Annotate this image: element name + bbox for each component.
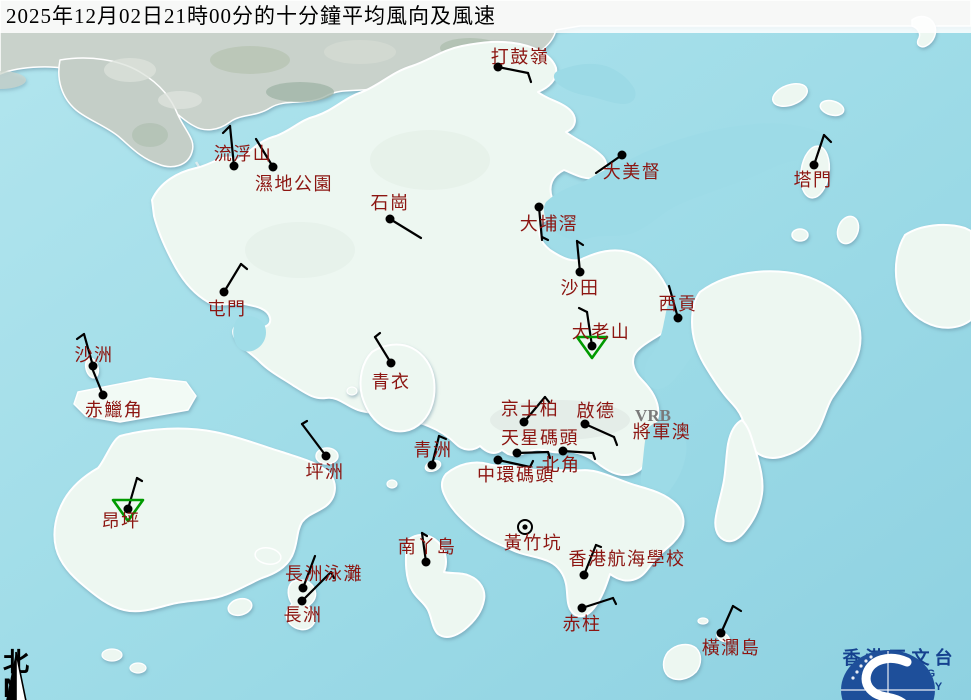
station-label: 大老山	[572, 322, 631, 342]
station-label: 大埔滘	[520, 214, 579, 234]
station-label: 赤鱲角	[85, 400, 144, 420]
station-dot	[299, 584, 308, 593]
station-dot	[674, 314, 683, 323]
hko-emblem-icon	[833, 648, 943, 700]
station-dot	[618, 151, 627, 160]
station-dot	[578, 604, 587, 613]
station-label: 塔門	[794, 170, 833, 190]
station-label: 石崗	[371, 193, 410, 213]
station-label: 沙洲	[75, 345, 114, 365]
station-label: 坪洲	[306, 462, 345, 482]
station-dot	[580, 571, 589, 580]
station-label: 將軍澳	[633, 422, 692, 442]
station-dot	[220, 288, 229, 297]
map-title: 2025年12月02日21時00分的十分鐘平均風向及風速	[0, 0, 971, 33]
station-label: 天星碼頭	[501, 428, 579, 448]
station-dot	[588, 342, 597, 351]
station-label: 中環碼頭	[477, 465, 555, 485]
station-label: 橫瀾島	[702, 638, 761, 658]
station-dot	[99, 391, 108, 400]
station-dot	[494, 456, 503, 465]
station-label: 打鼓嶺	[491, 47, 550, 67]
calm-wind-icon-center	[522, 524, 527, 529]
station-dot	[535, 203, 544, 212]
station-dot	[513, 449, 522, 458]
north-compass: 北 N	[2, 650, 42, 700]
station-label: 香港航海學校	[569, 549, 686, 569]
hko-wind-map-screen: VRB 打鼓嶺流浮山濕地公園石崗屯門大美督大埔滘塔門沙田西貢大老山沙洲赤鱲角青衣…	[0, 0, 971, 700]
station-label: 大美督	[603, 162, 662, 182]
station-label: 長洲泳灘	[285, 564, 363, 584]
station-label: 赤柱	[563, 614, 602, 634]
station-label: 黃竹坑	[504, 533, 563, 553]
station-dot	[322, 452, 331, 461]
hko-logo: 香港天文台 HONG KONG OBSERVATORY	[833, 648, 967, 694]
wind-barb-shaft	[517, 452, 548, 453]
station-dot	[422, 558, 431, 567]
station-label: 啟德	[577, 401, 616, 421]
station-label: 屯門	[208, 299, 247, 319]
station-label: 沙田	[561, 278, 600, 298]
station-dot	[387, 359, 396, 368]
station-label: 流浮山	[214, 144, 273, 164]
station-dot	[717, 629, 726, 638]
station-label: 青洲	[414, 440, 453, 460]
station-label: 南丫島	[398, 537, 457, 557]
north-arrow-icon	[2, 650, 34, 700]
station-label: 昂坪	[102, 511, 141, 531]
station-dot	[810, 161, 819, 170]
station-label: 濕地公園	[255, 174, 333, 194]
station-label: 長洲	[284, 605, 323, 625]
station-dot	[576, 268, 585, 277]
station-label: 西貢	[659, 294, 698, 314]
station-label: 京士柏	[501, 399, 560, 419]
station-dot	[386, 215, 395, 224]
hong-kong-wind-map: VRB 打鼓嶺流浮山濕地公園石崗屯門大美督大埔滘塔門沙田西貢大老山沙洲赤鱲角青衣…	[0, 0, 971, 700]
title-bar: 2025年12月02日21時00分的十分鐘平均風向及風速	[0, 0, 971, 33]
station-label: 青衣	[372, 372, 411, 392]
station-dot	[428, 461, 437, 470]
